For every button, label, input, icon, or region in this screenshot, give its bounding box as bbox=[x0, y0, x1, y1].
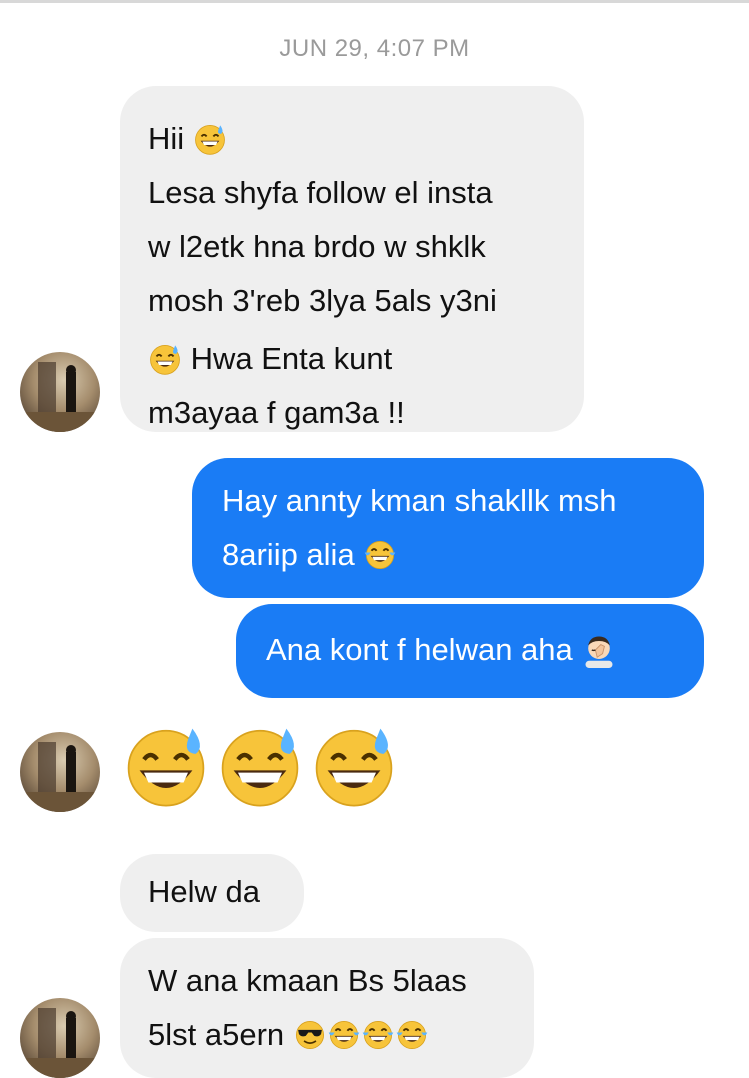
outgoing-message-bubble[interactable]: Ana kont f helwan aha bbox=[236, 604, 704, 698]
message-line: 8ariip alia bbox=[222, 528, 704, 582]
message-line: m3ayaa f gam3a !! bbox=[148, 395, 405, 430]
incoming-message-bubble[interactable]: W ana kmaan Bs 5laas 5lst a5ern bbox=[120, 938, 534, 1078]
tears-of-joy-emoji bbox=[327, 1018, 361, 1052]
incoming-message-bubble[interactable]: Helw da bbox=[120, 854, 304, 932]
message-timestamp: JUN 29, 4:07 PM bbox=[279, 35, 470, 62]
contact-avatar[interactable] bbox=[20, 998, 100, 1078]
grinning-sweat-emoji bbox=[148, 342, 182, 376]
grinning-sweat-emoji bbox=[216, 722, 304, 815]
grinning-sweat-emoji bbox=[310, 722, 398, 815]
grinning-sweat-emoji bbox=[122, 722, 210, 815]
facepalm-man-emoji bbox=[581, 632, 617, 668]
outgoing-message-bubble[interactable]: Hay annty kman shakllk msh 8ariip alia bbox=[192, 458, 704, 598]
tears-of-joy-emoji bbox=[395, 1018, 429, 1052]
message-line: Helw da bbox=[148, 874, 260, 909]
message-line: mosh 3'reb 3lya 5als y3ni bbox=[148, 283, 497, 318]
contact-avatar[interactable] bbox=[20, 352, 100, 432]
tears-of-joy-emoji bbox=[361, 1018, 395, 1052]
incoming-message-bubble[interactable]: Hii Lesa shyfa follow el insta w l2etk h… bbox=[120, 86, 584, 432]
message-line: Hwa Enta kunt bbox=[148, 332, 584, 386]
grinning-sweat-emoji bbox=[193, 122, 227, 156]
message-line: w l2etk hna brdo w shklk bbox=[148, 229, 486, 264]
sunglasses-emoji bbox=[293, 1018, 327, 1052]
contact-avatar[interactable] bbox=[20, 732, 100, 812]
message-line: Ana kont f helwan aha bbox=[266, 623, 704, 677]
message-line: Hii bbox=[148, 112, 584, 166]
message-line: Hay annty kman shakllk msh bbox=[222, 483, 617, 518]
top-divider bbox=[0, 0, 749, 3]
message-line: W ana kmaan Bs 5laas bbox=[148, 963, 467, 998]
tears-of-joy-emoji bbox=[363, 538, 397, 572]
message-line: Lesa shyfa follow el insta bbox=[148, 175, 493, 210]
message-line: 5lst a5ern bbox=[148, 1008, 534, 1062]
emoji-only-message[interactable] bbox=[122, 722, 398, 815]
